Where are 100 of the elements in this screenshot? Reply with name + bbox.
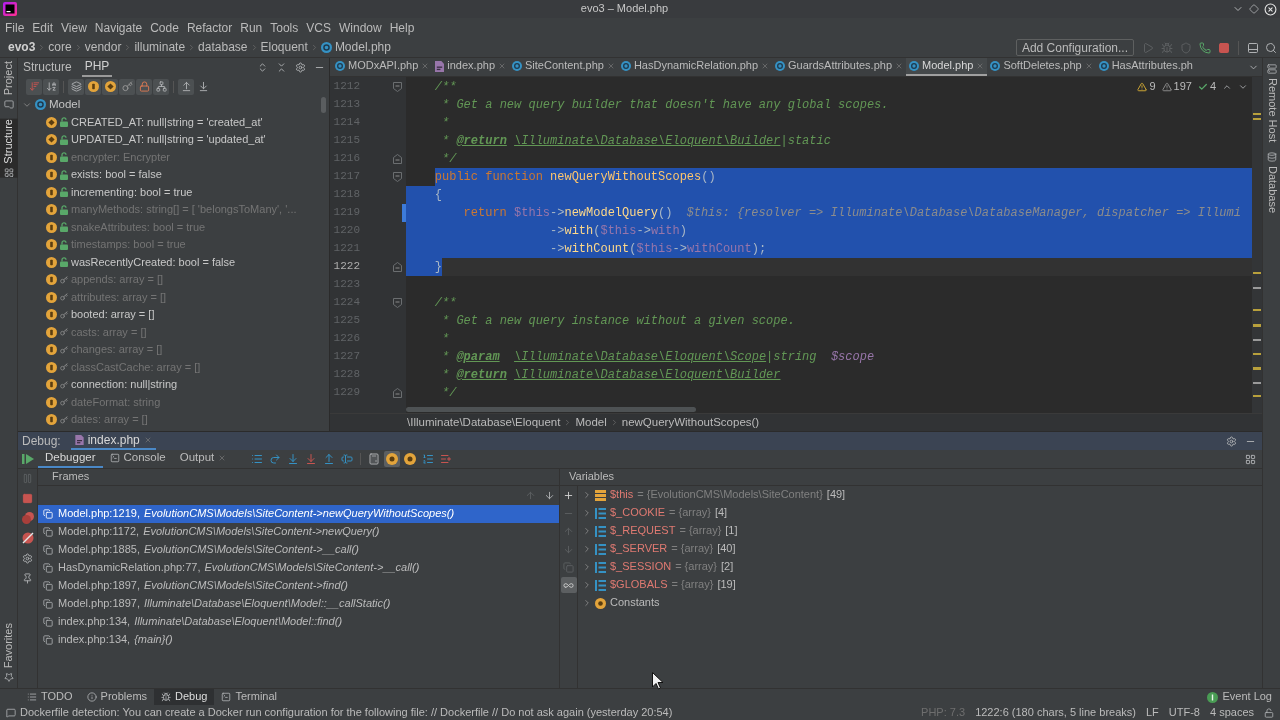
frame-item[interactable]: index.php:134, {main}() — [38, 631, 559, 649]
autoscroll-to-source-button[interactable] — [178, 78, 194, 95]
tree-item[interactable]: booted: array = [] — [71, 308, 155, 322]
tree-item[interactable]: Model — [49, 97, 81, 112]
tree-item[interactable]: wasRecentlyCreated: bool = false — [71, 255, 236, 269]
close-icon[interactable] — [976, 62, 985, 70]
variable-item[interactable]: $this = {EvolutionCMS\Models\SiteContent} [49] — [578, 486, 1262, 504]
close-icon[interactable] — [1084, 62, 1093, 70]
chevron-right-icon[interactable] — [582, 544, 592, 554]
read-only-toggle[interactable] — [1264, 707, 1274, 718]
menu-item[interactable]: Run — [236, 18, 267, 38]
show-inherited-button[interactable] — [68, 78, 84, 95]
breadcrumb-item[interactable]: evo3 — [6, 40, 38, 55]
sort-alphabetically-button[interactable] — [43, 78, 59, 95]
show-protected-button[interactable] — [119, 78, 135, 95]
frame-item[interactable]: Model.php:1897, Illuminate\Database\Eloquent\Model::__callStatic() — [38, 595, 559, 613]
menu-item[interactable]: File — [1, 18, 29, 38]
chevron-right-icon[interactable] — [582, 598, 592, 608]
editor-tab[interactable]: Model.php — [906, 58, 988, 76]
fold-marker-icon[interactable] — [392, 388, 402, 398]
close-icon[interactable] — [606, 62, 615, 70]
menu-item[interactable]: Help — [385, 18, 419, 38]
editor-tab[interactable]: HasAttributes.ph — [1095, 58, 1196, 76]
variable-item[interactable]: $_SESSION = {array} [2] — [578, 558, 1262, 576]
passed-checks-indicator[interactable]: 4 — [1197, 80, 1216, 94]
close-icon[interactable] — [218, 454, 227, 462]
breadcrumb-item[interactable]: Model — [572, 415, 610, 430]
fold-marker-icon[interactable] — [392, 262, 402, 272]
stop-button[interactable] — [1218, 41, 1230, 54]
frame-item[interactable]: Model.php:1897, EvolutionCMS\Models\SiteContent->find() — [38, 577, 559, 595]
listen-debug-button[interactable] — [1199, 41, 1211, 54]
close-icon[interactable] — [143, 436, 152, 444]
breadcrumb-item[interactable]: Eloquent — [258, 40, 310, 55]
editor-tab[interactable]: GuardsAttributes.php — [772, 58, 906, 76]
menu-item[interactable]: Code — [146, 18, 183, 38]
show-hierarchy-button[interactable] — [153, 78, 169, 95]
fold-marker-icon[interactable] — [392, 154, 402, 164]
chevron-right-icon[interactable] — [582, 526, 592, 536]
settings-button[interactable] — [295, 62, 306, 73]
status-item[interactable]: LF — [1145, 705, 1159, 720]
chevron-right-icon[interactable] — [582, 562, 592, 572]
collapse-all-button[interactable] — [276, 62, 287, 73]
status-item[interactable]: 1222:6 (180 chars, 5 line breaks) — [975, 705, 1136, 720]
tree-item[interactable]: UPDATED_AT: null|string = 'updated_at' — [71, 133, 266, 147]
tool-window-button[interactable]: Project — [0, 61, 18, 110]
editor-tab[interactable]: HasDynamicRelation.php — [617, 58, 773, 76]
next-frame-button[interactable] — [544, 490, 555, 501]
tree-item[interactable]: CREATED_AT: null|string = 'created_at' — [71, 115, 263, 129]
frame-item[interactable]: HasDynamicRelation.php:77, EvolutionCMS\Models\SiteContent->__call() — [38, 559, 559, 577]
editor-tab[interactable]: SiteContent.php — [509, 58, 618, 76]
chevron-right-icon[interactable] — [582, 580, 592, 590]
menu-item[interactable]: Edit — [28, 18, 58, 38]
menu-item[interactable]: Navigate — [90, 18, 147, 38]
chevron-right-icon[interactable] — [582, 490, 592, 500]
status-item[interactable]: 4 spaces — [1209, 705, 1254, 720]
show-constants-button[interactable] — [102, 78, 118, 95]
variable-item[interactable]: $_REQUEST = {array} [1] — [578, 522, 1262, 540]
breadcrumb-item[interactable]: illuminate — [132, 40, 188, 55]
tool-window-button[interactable]: Remote Host — [1263, 64, 1280, 143]
breadcrumb-item[interactable]: \Illuminate\Database\Eloquent — [404, 415, 564, 430]
sort-by-visibility-button[interactable] — [26, 78, 42, 95]
layout-button[interactable] — [1245, 453, 1256, 465]
fold-marker-icon[interactable] — [392, 82, 402, 92]
editor-tab[interactable]: index.php — [432, 58, 510, 76]
debugger-tab[interactable]: Debugger — [38, 450, 103, 468]
menu-item[interactable]: VCS — [302, 18, 335, 38]
console-tab[interactable]: Console — [102, 450, 173, 468]
variable-item[interactable]: $_COOKIE = {array} [4] — [578, 504, 1262, 522]
expand-all-button[interactable] — [257, 62, 268, 73]
status-message[interactable]: Dockerfile detection: You can create a Docker run configuration for the following file: // Dockerfile // Do not ask again (yesterday 20:54) — [20, 705, 673, 720]
event-log-button[interactable]: Event Log — [1207, 690, 1272, 704]
frame-item[interactable]: index.php:134, Illuminate\Database\Eloquent\Model::find() — [38, 613, 559, 631]
scrollbar-thumb[interactable] — [321, 97, 326, 113]
close-icon[interactable] — [421, 62, 430, 70]
tree-item[interactable]: exists: bool = false — [71, 168, 162, 182]
tree-item[interactable]: connection: null|string — [71, 378, 178, 392]
editor-tab[interactable]: MODxAPI.php — [332, 58, 433, 76]
fold-marker-icon[interactable] — [392, 172, 402, 182]
tool-tab[interactable]: Debug — [154, 689, 215, 705]
close-icon[interactable] — [498, 62, 507, 70]
tool-tab[interactable]: TODO — [20, 689, 80, 705]
tool-window-button[interactable]: Database — [1263, 152, 1280, 214]
output-tab[interactable]: Output — [172, 450, 234, 468]
breadcrumb-item[interactable]: Model.php — [318, 40, 393, 55]
settings-button[interactable] — [1226, 435, 1237, 447]
variable-item[interactable]: $_SERVER = {array} [40] — [578, 540, 1262, 558]
show-private-button[interactable] — [136, 78, 152, 95]
variable-item[interactable]: $GLOBALS = {array} [19] — [578, 576, 1262, 594]
horizontal-scrollbar-thumb[interactable] — [406, 407, 696, 412]
editor-tab[interactable]: SoftDeletes.php — [987, 58, 1096, 76]
breadcrumb-item[interactable]: database — [196, 40, 250, 55]
session-tab[interactable]: index.php — [70, 432, 156, 450]
inline-values-button[interactable] — [560, 577, 577, 593]
chevron-right-icon[interactable] — [582, 508, 592, 518]
menu-item[interactable]: View — [57, 18, 91, 38]
weak-warnings-indicator[interactable]: 197 — [1161, 80, 1192, 94]
run-to-cursor-button[interactable] — [339, 451, 356, 467]
menu-item[interactable]: Refactor — [182, 18, 237, 38]
close-button[interactable] — [1264, 2, 1277, 16]
frame-item[interactable]: Model.php:1219, EvolutionCMS\Models\SiteContent->newQueryWithoutScopes() — [38, 505, 559, 523]
